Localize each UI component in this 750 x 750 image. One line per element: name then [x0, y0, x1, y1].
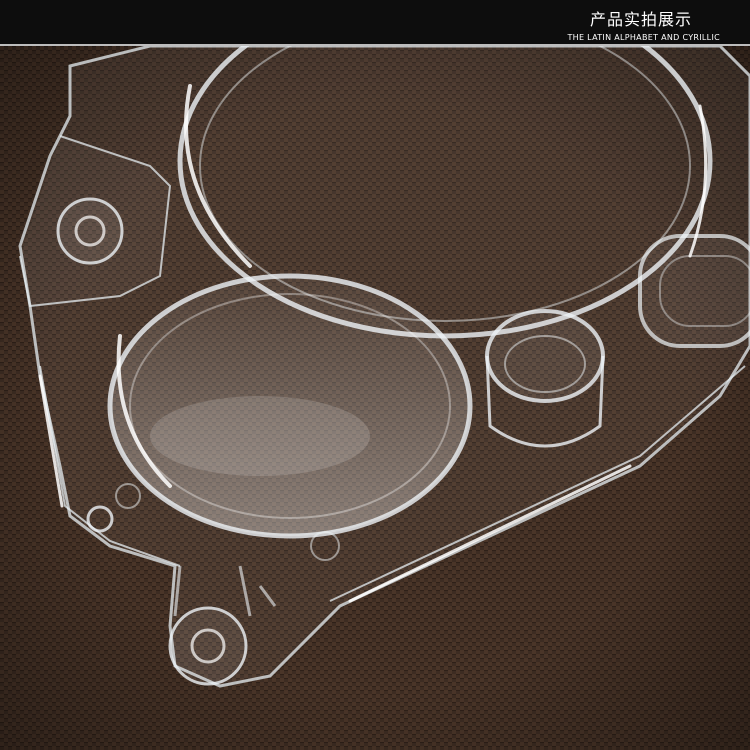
mount-tab-left: [56, 197, 124, 265]
page-subtitle: THE LATIN ALPHABET AND CYRILLIC: [567, 33, 720, 42]
header-bar: 产品实拍展示 THE LATIN ALPHABET AND CYRILLIC: [0, 0, 750, 46]
lower-dial-lens: [107, 273, 473, 539]
right-boss: [638, 234, 750, 348]
product-photo: [0, 46, 750, 750]
page-title: 产品实拍展示: [589, 10, 692, 29]
page: 产品实拍展示 THE LATIN ALPHABET AND CYRILLIC: [0, 0, 750, 750]
